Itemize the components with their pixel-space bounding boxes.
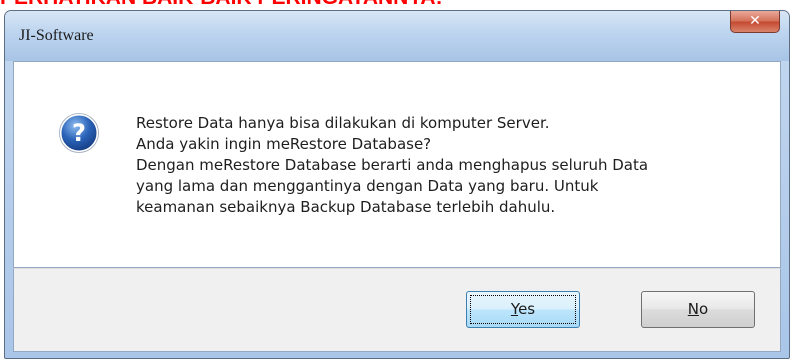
warning-banner: PERHATIKAN BAIK-BAIK PERINGATANNYA! bbox=[0, 0, 794, 9]
message-area: ? Restore Data hanya bisa dilakukan di k… bbox=[13, 61, 781, 268]
message-line: yang lama dan menggantinya dengan Data y… bbox=[136, 177, 599, 195]
message-line: Dengan meRestore Database berarti anda m… bbox=[136, 156, 649, 174]
no-button[interactable]: No bbox=[641, 291, 755, 328]
close-button[interactable]: ✕ bbox=[730, 11, 780, 33]
message-line: Anda yakin ingin meRestore Database? bbox=[136, 135, 432, 153]
svg-text:?: ? bbox=[72, 119, 86, 147]
window-title: JI-Software bbox=[19, 27, 94, 44]
dialog-window: JI-Software ✕ ? Restore Data hanya bisa … bbox=[4, 10, 790, 359]
message-line: keamanan sebaiknya Backup Database terle… bbox=[136, 198, 556, 216]
close-icon: ✕ bbox=[749, 13, 761, 29]
message-line: Restore Data hanya bisa dilakukan di kom… bbox=[136, 114, 550, 132]
button-bar: Yes No bbox=[13, 268, 781, 352]
yes-button[interactable]: Yes bbox=[466, 291, 580, 328]
title-bar[interactable]: JI-Software ✕ bbox=[5, 11, 789, 61]
question-icon: ? bbox=[59, 113, 99, 153]
message-text: Restore Data hanya bisa dilakukan di kom… bbox=[136, 113, 766, 218]
yes-button-label: Yes bbox=[510, 300, 536, 318]
no-button-label: No bbox=[687, 300, 709, 318]
